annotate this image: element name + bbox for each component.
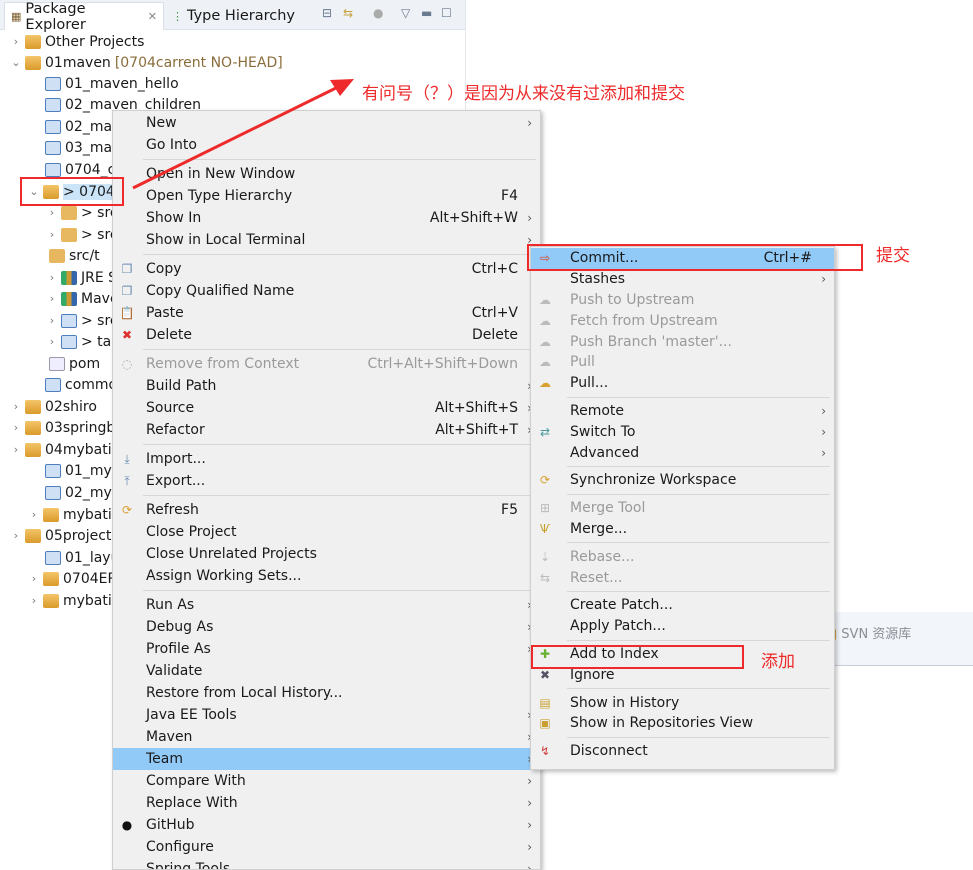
menu-item-label: Spring Tools [146, 861, 231, 870]
annotation-commit-note: 提交 [876, 246, 910, 266]
arrow-line [132, 84, 341, 190]
chevron-right-icon: › [527, 862, 532, 870]
annotation-arrow [132, 79, 354, 190]
annotation-question-note: 有问号（？）是因为从来没有过添加和提交 [362, 84, 685, 104]
annotation-add-note: 添加 [761, 652, 795, 672]
